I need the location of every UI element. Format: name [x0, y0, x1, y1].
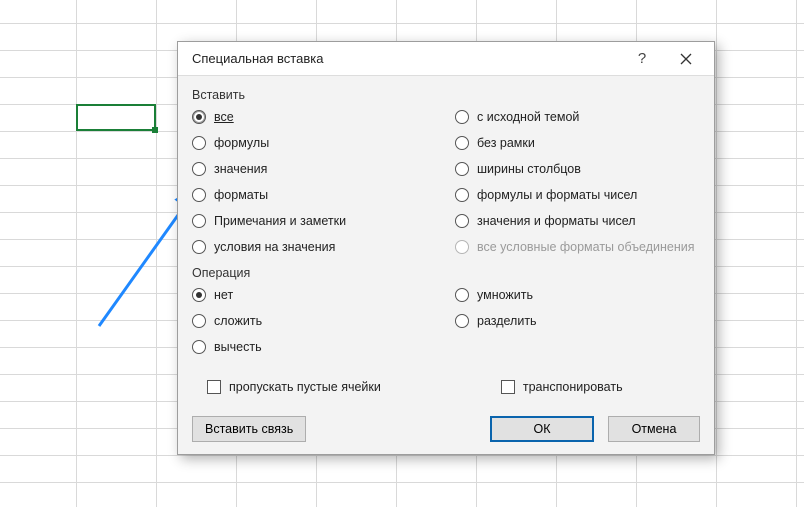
radio-op-none[interactable]: нет [192, 286, 437, 304]
close-button[interactable] [664, 45, 708, 73]
radio-icon [192, 110, 206, 124]
radio-paste-all-conditional: все условные форматы объединения [455, 238, 700, 256]
operation-group-label: Операция [192, 266, 700, 280]
radio-icon [455, 162, 469, 176]
radio-icon [192, 314, 206, 328]
radio-icon [455, 110, 469, 124]
checkbox-transpose[interactable]: транспонировать [501, 378, 623, 396]
radio-icon [455, 188, 469, 202]
radio-icon [455, 288, 469, 302]
radio-paste-col-widths[interactable]: ширины столбцов [455, 160, 700, 178]
cancel-button[interactable]: Отмена [608, 416, 700, 442]
radio-paste-values[interactable]: значения [192, 160, 437, 178]
checkbox-icon [207, 380, 221, 394]
radio-icon [455, 314, 469, 328]
dialog-titlebar: Специальная вставка ? [178, 42, 714, 76]
radio-icon [455, 214, 469, 228]
radio-icon [455, 240, 469, 254]
help-icon: ? [638, 50, 646, 67]
radio-paste-source-theme[interactable]: с исходной темой [455, 108, 700, 126]
help-button[interactable]: ? [620, 45, 664, 73]
checkbox-skip-blanks[interactable]: пропускать пустые ячейки [207, 378, 381, 396]
selected-cell[interactable] [76, 104, 156, 131]
radio-paste-validation[interactable]: условия на значения [192, 238, 437, 256]
radio-op-divide[interactable]: разделить [455, 312, 700, 330]
radio-paste-formulas-numfmt[interactable]: формулы и форматы чисел [455, 186, 700, 204]
checkbox-row: пропускать пустые ячейки транспонировать [192, 378, 700, 396]
radio-op-multiply[interactable]: умножить [455, 286, 700, 304]
radio-icon [192, 214, 206, 228]
radio-paste-all[interactable]: все [192, 108, 437, 126]
radio-icon [192, 240, 206, 254]
radio-paste-comments[interactable]: Примечания и заметки [192, 212, 437, 230]
radio-icon [192, 162, 206, 176]
radio-paste-formulas[interactable]: формулы [192, 134, 437, 152]
close-icon [680, 53, 692, 65]
radio-paste-formats[interactable]: форматы [192, 186, 437, 204]
radio-op-subtract[interactable]: вычесть [192, 338, 437, 356]
paste-options: все формулы значения форматы Примечания … [192, 108, 700, 256]
radio-icon [455, 136, 469, 150]
radio-paste-no-borders[interactable]: без рамки [455, 134, 700, 152]
operation-options: нет сложить вычесть умножить р [192, 286, 700, 356]
dialog-button-bar: Вставить связь ОК Отмена [192, 412, 700, 442]
radio-paste-values-numfmt[interactable]: значения и форматы чисел [455, 212, 700, 230]
dialog-title: Специальная вставка [192, 51, 620, 66]
radio-icon [192, 340, 206, 354]
ok-button[interactable]: ОК [490, 416, 594, 442]
radio-op-add[interactable]: сложить [192, 312, 437, 330]
radio-icon [192, 288, 206, 302]
paste-special-dialog: Специальная вставка ? Вставить все форму… [177, 41, 715, 455]
radio-icon [192, 188, 206, 202]
paste-link-button[interactable]: Вставить связь [192, 416, 306, 442]
checkbox-icon [501, 380, 515, 394]
radio-icon [192, 136, 206, 150]
paste-group-label: Вставить [192, 88, 700, 102]
